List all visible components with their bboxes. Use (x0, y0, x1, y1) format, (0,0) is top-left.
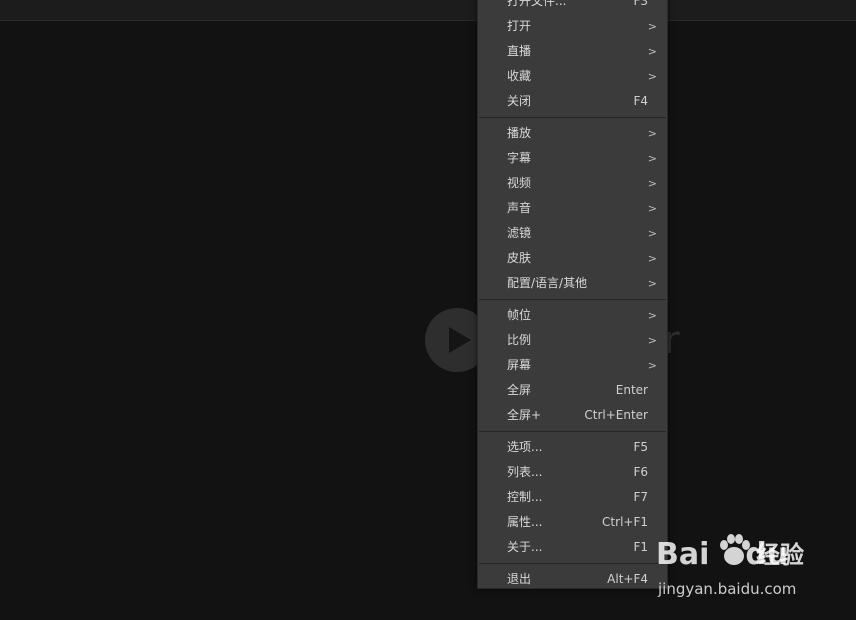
menu-item[interactable]: 打开 > (478, 14, 667, 39)
menu-item[interactable]: 播放 > (478, 121, 667, 146)
menu-item-label: 全屏 (507, 383, 532, 397)
menu-item-shortcut: F3 (633, 0, 648, 8)
menu-item[interactable]: 屏幕 > (478, 353, 667, 378)
submenu-arrow-icon: > (647, 334, 657, 347)
menu-item[interactable]: 字幕 > (478, 146, 667, 171)
baidu-paw-icon (720, 534, 750, 565)
menu-item[interactable]: 关于... F1 (478, 535, 667, 560)
menu-item-shortcut: Ctrl+Enter (584, 408, 648, 422)
menu-item-label: 帧位 (507, 308, 532, 322)
menu-item[interactable]: 退出 Alt+F4 (478, 567, 667, 592)
menu-item-label: 关闭 (507, 94, 532, 108)
submenu-arrow-icon: > (647, 277, 657, 290)
submenu-arrow-icon: > (647, 252, 657, 265)
menu-item-label: 退出 (507, 572, 532, 586)
menu-item[interactable]: 打开文件... F3 (478, 0, 667, 14)
menu-item-shortcut: F5 (633, 440, 648, 454)
submenu-arrow-icon: > (647, 127, 657, 140)
player-window: r 打开文件... F3 打开 > 直播 > 收藏 > 关闭 F4 播放 > 字幕 > 视频 > 声音 > 滤镜 > 皮… (0, 0, 856, 620)
menu-separator (478, 114, 667, 121)
menu-item-label: 选项... (507, 440, 543, 454)
menu-item[interactable]: 全屏 Enter (478, 378, 667, 403)
menu-item-label: 比例 (507, 333, 532, 347)
title-bar[interactable] (0, 0, 856, 21)
menu-separator (478, 296, 667, 303)
watermark-url: jingyan.baidu.com (658, 580, 797, 598)
menu-item[interactable]: 关闭 F4 (478, 89, 667, 114)
menu-item[interactable]: 比例 > (478, 328, 667, 353)
menu-item-label: 屏幕 (507, 358, 532, 372)
menu-item[interactable]: 帧位 > (478, 303, 667, 328)
submenu-arrow-icon: > (647, 20, 657, 33)
menu-item-label: 配置/语言/其他 (507, 276, 588, 290)
submenu-arrow-icon: > (647, 202, 657, 215)
menu-item[interactable]: 配置/语言/其他 > (478, 271, 667, 296)
menu-item[interactable]: 属性... Ctrl+F1 (478, 510, 667, 535)
menu-item-label: 视频 (507, 176, 532, 190)
menu-item-shortcut: F7 (633, 490, 648, 504)
menu-item[interactable]: 声音 > (478, 196, 667, 221)
menu-item-shortcut: F1 (633, 540, 648, 554)
menu-item-label: 控制... (507, 490, 543, 504)
menu-item-label: 打开 (507, 19, 532, 33)
menu-item[interactable]: 收藏 > (478, 64, 667, 89)
submenu-arrow-icon: > (647, 152, 657, 165)
watermark: Bai du 经验 jingyan.baidu.com (656, 528, 856, 608)
menu-item-label: 列表... (507, 465, 543, 479)
menu-item-label: 直播 (507, 44, 532, 58)
submenu-arrow-icon: > (647, 70, 657, 83)
submenu-arrow-icon: > (647, 45, 657, 58)
menu-item-label: 关于... (507, 540, 543, 554)
menu-item-shortcut: F6 (633, 465, 648, 479)
menu-item-shortcut: F4 (633, 94, 648, 108)
menu-item[interactable]: 选项... F5 (478, 435, 667, 460)
submenu-arrow-icon: > (647, 309, 657, 322)
menu-separator (478, 560, 667, 567)
submenu-arrow-icon: > (647, 227, 657, 240)
menu-item[interactable]: 皮肤 > (478, 246, 667, 271)
menu-item-shortcut: Enter (615, 383, 648, 397)
menu-item-shortcut: Alt+F4 (607, 572, 648, 586)
menu-separator (478, 428, 667, 435)
menu-item[interactable]: 滤镜 > (478, 221, 667, 246)
menu-item-label: 打开文件... (507, 0, 567, 8)
menu-item-label: 字幕 (507, 151, 532, 165)
menu-item[interactable]: 控制... F7 (478, 485, 667, 510)
watermark-brand-part1: Bai (656, 537, 710, 572)
context-menu: 打开文件... F3 打开 > 直播 > 收藏 > 关闭 F4 播放 > 字幕 > 视频 > 声音 > 滤镜 > 皮肤 >… (477, 0, 668, 589)
menu-item-label: 声音 (507, 201, 532, 215)
menu-item-label: 滤镜 (507, 226, 532, 240)
menu-item[interactable]: 列表... F6 (478, 460, 667, 485)
watermark-cn: 经验 (756, 541, 804, 569)
menu-item[interactable]: 全屏+ Ctrl+Enter (478, 403, 667, 428)
menu-item-label: 播放 (507, 126, 532, 140)
menu-item-label: 全屏+ (507, 408, 542, 422)
menu-item-shortcut: Ctrl+F1 (602, 515, 648, 529)
submenu-arrow-icon: > (647, 359, 657, 372)
menu-item[interactable]: 视频 > (478, 171, 667, 196)
menu-item[interactable]: 直播 > (478, 39, 667, 64)
menu-item-label: 属性... (507, 515, 543, 529)
menu-item-label: 收藏 (507, 69, 532, 83)
menu-item-label: 皮肤 (507, 251, 532, 265)
submenu-arrow-icon: > (647, 177, 657, 190)
